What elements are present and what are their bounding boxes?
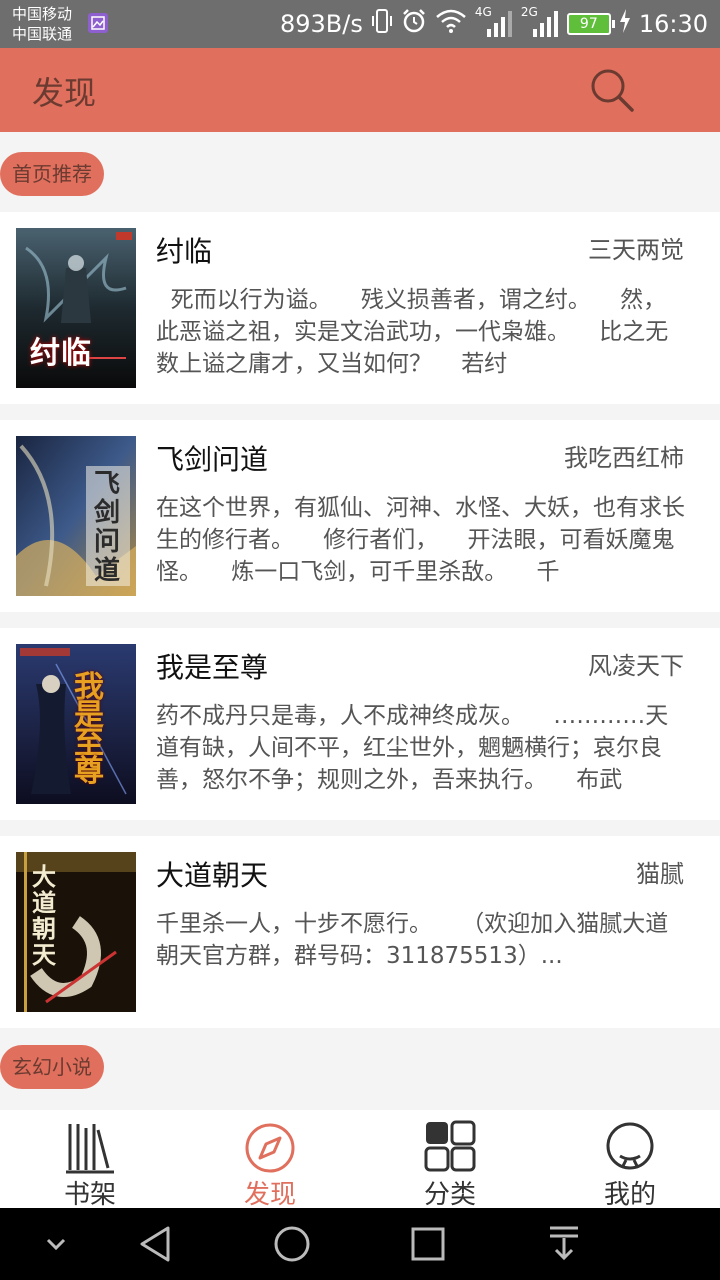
back-icon[interactable]: [134, 1222, 178, 1266]
image-notification-icon: [88, 13, 108, 33]
book-item[interactable]: 飞剑问道 飞剑问道 我吃西红柿 在这个世界，有狐仙、河神、水怪、大妖，也有求长生…: [0, 420, 720, 612]
clock: 16:30: [638, 10, 708, 38]
cover-title-text: 大道朝天: [32, 863, 56, 969]
book-cover: 纣临: [16, 228, 136, 388]
user-icon: [606, 1122, 654, 1170]
charging-icon: [619, 9, 631, 39]
wifi-icon: [435, 8, 467, 40]
battery-icon: 97: [566, 13, 615, 35]
status-indicators: 893B/s 4G 2G 97 16:30: [279, 5, 708, 40]
battery-level: 97: [579, 16, 598, 32]
book-item[interactable]: 我是至尊 我是至尊 风凌天下 药不成丹只是毒，人不成神终成灰。 …………天道有缺…: [0, 628, 720, 820]
book-item[interactable]: 纣临 纣临 三天两觉 死而以行为谥。 残义损善者，谓之纣。 然，此恶谥之祖，实是…: [0, 212, 720, 404]
nav-label: 书架: [63, 1180, 116, 1210]
nav-profile[interactable]: 我的: [540, 1110, 720, 1210]
book-author: 风凌天下: [588, 652, 684, 680]
book-title: 大道朝天: [156, 859, 269, 892]
system-nav-bar: [0, 1208, 720, 1280]
signal-4g-icon: 4G: [475, 5, 513, 39]
nav-discover[interactable]: 发现: [180, 1110, 360, 1210]
carrier-2: 中国联通: [12, 25, 73, 43]
book-title: 我是至尊: [156, 651, 269, 684]
grid-icon: [424, 1120, 476, 1172]
status-bar: 中国移动 中国联通 893B/s 4G 2G 97 16:30: [0, 0, 720, 48]
book-cover: 大道朝天: [16, 852, 136, 1012]
nav-bookshelf[interactable]: 书架: [0, 1110, 180, 1210]
network-speed: 893B/s: [279, 10, 363, 38]
book-description: 在这个世界，有狐仙、河神、水怪、大妖，也有求长生的修行者。 修行者们， 开法眼，…: [156, 495, 685, 585]
nav-label: 分类: [423, 1180, 476, 1210]
vibrate-icon: [371, 8, 393, 40]
section-tag-recommended[interactable]: 首页推荐: [0, 152, 104, 196]
hide-nav-icon[interactable]: [34, 1222, 78, 1266]
nav-category[interactable]: 分类: [360, 1110, 540, 1210]
compass-icon: [245, 1123, 295, 1173]
bookshelf-icon: [66, 1124, 114, 1174]
search-icon: [591, 69, 634, 112]
book-cover: 我是至尊: [16, 644, 136, 804]
book-item[interactable]: 大道朝天 大道朝天 猫腻 千里杀一人，十步不愿行。 （欢迎加入猫腻大道朝天官方群…: [0, 836, 720, 1028]
recents-icon[interactable]: [406, 1222, 450, 1266]
book-author: 三天两觉: [588, 236, 684, 264]
nav-label: 发现: [243, 1180, 296, 1210]
alarm-icon: [401, 8, 427, 40]
nav-label: 我的: [603, 1180, 656, 1210]
book-description: 死而以行为谥。 残义损善者，谓之纣。 然，此恶谥之祖，实是文治武功，一代枭雄。 …: [156, 287, 669, 377]
cover-title-text: 纣临: [30, 336, 92, 371]
book-description: 药不成丹只是毒，人不成神终成灰。 …………天道有缺，人间不平，红尘世外，魍魉横行…: [156, 703, 669, 793]
home-icon[interactable]: [270, 1222, 314, 1266]
carrier-1: 中国移动: [12, 5, 73, 23]
notification-pulldown-icon[interactable]: [542, 1222, 586, 1266]
book-author: 猫腻: [636, 860, 684, 888]
carrier-labels: 中国移动 中国联通: [12, 4, 72, 44]
search-button[interactable]: [588, 66, 636, 114]
book-title: 纣临: [156, 235, 213, 268]
book-title: 飞剑问道: [156, 443, 269, 476]
cover-title-text: 我是至尊: [74, 670, 104, 789]
cover-title-text: 飞剑问道: [94, 469, 121, 586]
book-author: 我吃西红柿: [564, 444, 684, 472]
book-cover: 飞剑问道: [16, 436, 136, 596]
bottom-nav: 书架 发现 分类 我的: [0, 1110, 720, 1210]
page-title: 发现: [32, 74, 97, 112]
signal-2g-icon: 2G: [521, 5, 559, 39]
book-description: 千里杀一人，十步不愿行。 （欢迎加入猫腻大道朝天官方群，群号码：31187551…: [156, 911, 669, 969]
section-tag-fantasy[interactable]: 玄幻小说: [0, 1045, 104, 1089]
